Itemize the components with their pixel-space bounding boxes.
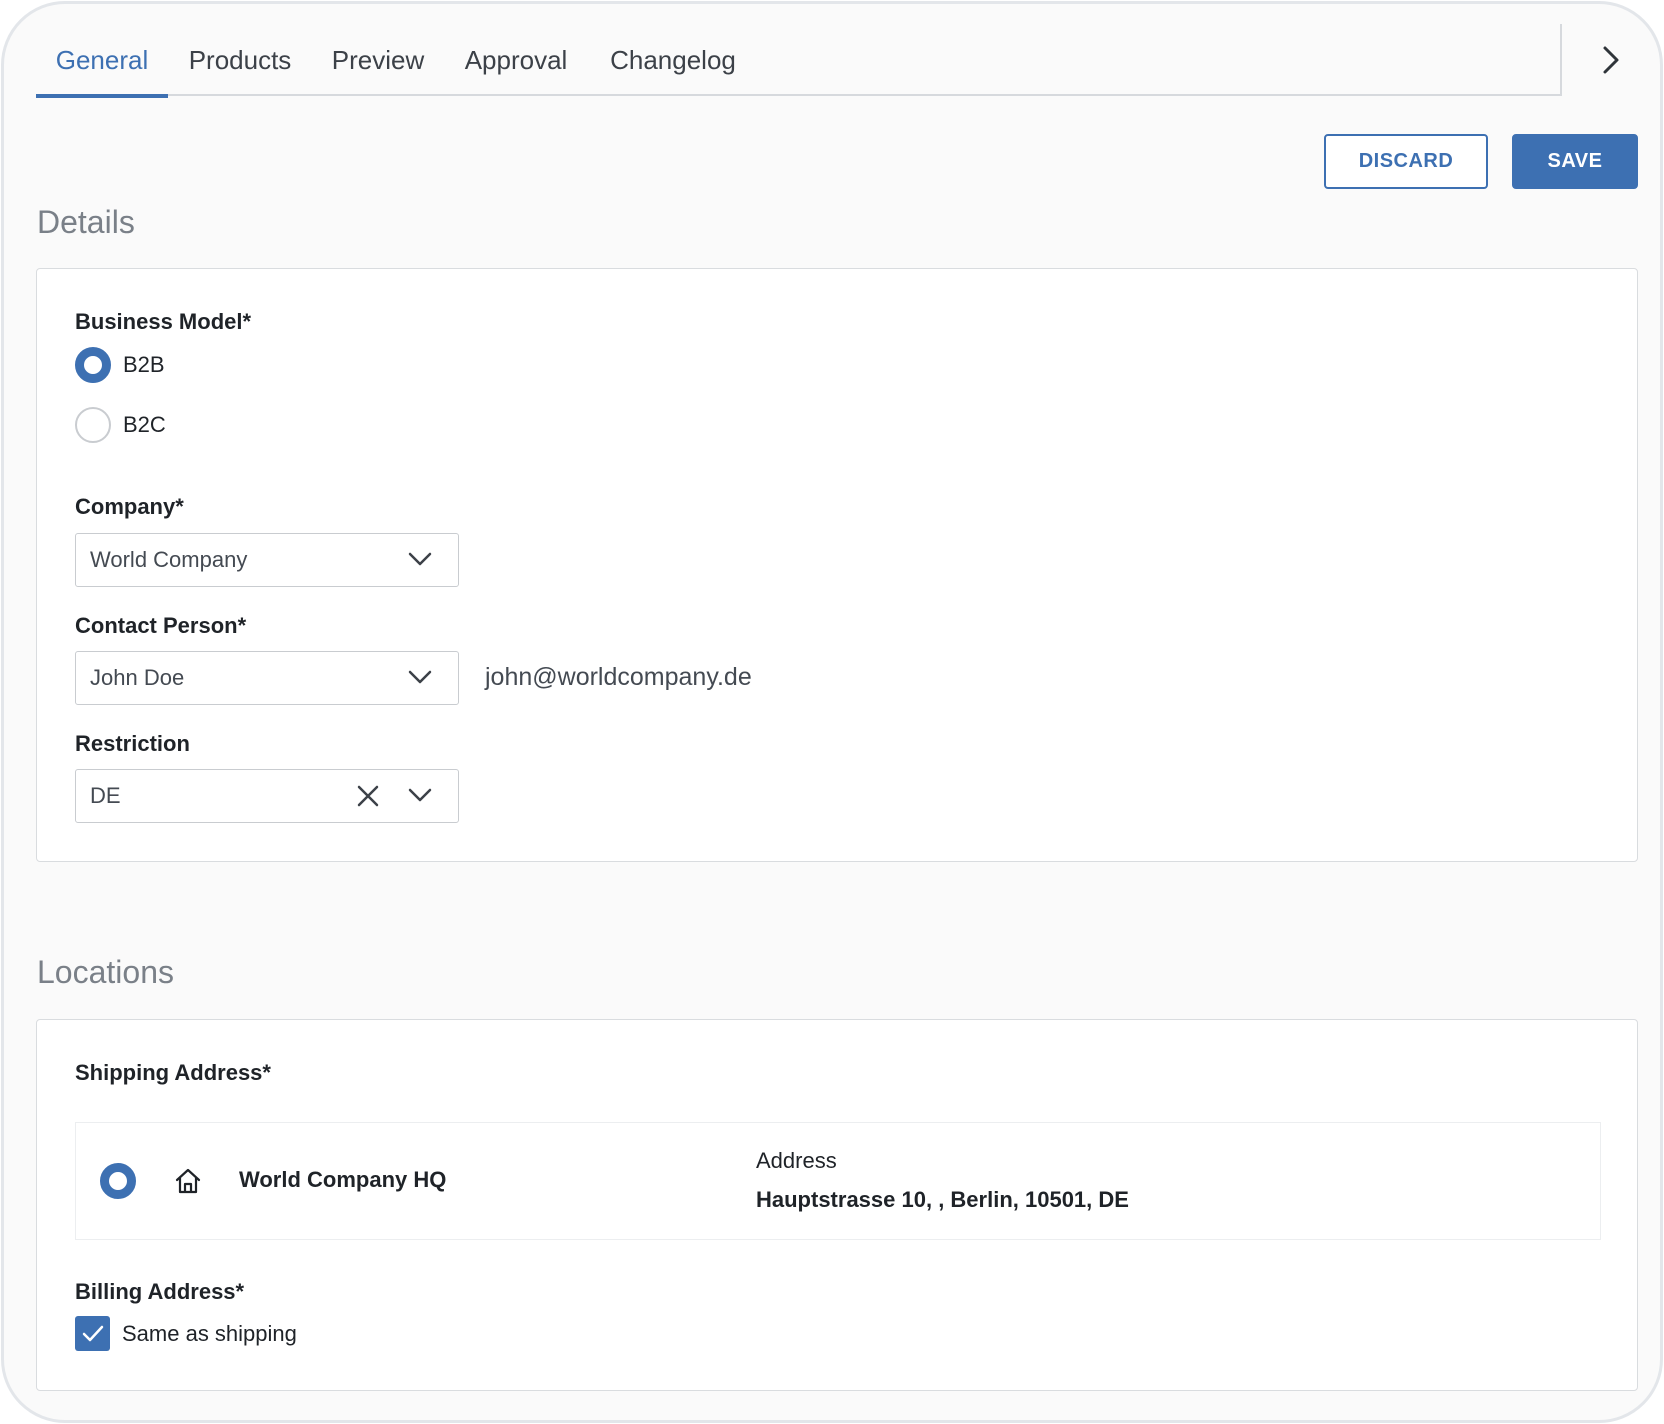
- tab-preview[interactable]: Preview: [328, 24, 428, 96]
- shipping-address-field-label: Address: [756, 1148, 837, 1173]
- business-model-label: Business Model*: [75, 309, 252, 334]
- contact-person-value: John Doe: [90, 665, 185, 690]
- tab-changelog[interactable]: Changelog: [608, 24, 738, 96]
- close-icon[interactable]: [356, 784, 380, 808]
- checkbox-checked[interactable]: [75, 1316, 110, 1351]
- shipping-address-label: Shipping Address*: [75, 1060, 271, 1085]
- radio-b2c[interactable]: B2C: [75, 407, 166, 443]
- app-window: General Products Preview Approval Change…: [1, 1, 1663, 1423]
- details-card: Business Model* B2B B2C Company* World C…: [36, 268, 1638, 862]
- contact-person-label: Contact Person*: [75, 613, 247, 638]
- details-section-title: Details: [37, 204, 135, 240]
- tab-bar: General Products Preview Approval Change…: [36, 24, 1560, 98]
- same-as-shipping-checkbox[interactable]: Same as shipping: [75, 1316, 297, 1351]
- tab-general[interactable]: General: [36, 24, 168, 98]
- restriction-label: Restriction: [75, 731, 190, 756]
- shipping-address-option[interactable]: World Company HQ Address Hauptstrasse 10…: [75, 1122, 1601, 1240]
- billing-address-label: Billing Address*: [75, 1279, 245, 1304]
- restriction-value: DE: [90, 783, 121, 808]
- shipping-location-name: World Company HQ: [239, 1167, 447, 1192]
- radio-b2b-label: B2B: [123, 352, 165, 377]
- tab-products[interactable]: Products: [182, 24, 298, 96]
- shipping-address-radio[interactable]: [100, 1163, 136, 1199]
- chevron-down-icon: [408, 788, 432, 802]
- company-select[interactable]: World Company: [75, 533, 459, 587]
- discard-button[interactable]: DISCARD: [1324, 134, 1488, 189]
- tab-scroll-next-button[interactable]: [1560, 24, 1660, 96]
- radio-b2b[interactable]: B2B: [75, 347, 165, 383]
- chevron-right-icon: [1603, 46, 1619, 74]
- restriction-select[interactable]: DE: [75, 769, 459, 823]
- same-as-shipping-label: Same as shipping: [122, 1320, 297, 1346]
- radio-b2c-label: B2C: [123, 412, 166, 437]
- radio-b2b-indicator[interactable]: [75, 347, 111, 383]
- contact-email: john@worldcompany.de: [485, 663, 752, 691]
- checkmark-icon: [82, 1325, 103, 1341]
- locations-card: Shipping Address* World Company HQ Addre…: [36, 1019, 1638, 1391]
- tab-approval[interactable]: Approval: [460, 24, 572, 96]
- company-label: Company*: [75, 494, 184, 519]
- chevron-down-icon: [408, 670, 432, 684]
- contact-person-select[interactable]: John Doe: [75, 651, 459, 705]
- shipping-address-value: Hauptstrasse 10, , Berlin, 10501, DE: [756, 1187, 1129, 1212]
- radio-b2c-indicator[interactable]: [75, 407, 111, 443]
- locations-section-title: Locations: [37, 954, 174, 990]
- company-value: World Company: [90, 547, 248, 572]
- save-button[interactable]: SAVE: [1512, 134, 1638, 189]
- home-icon: [175, 1168, 201, 1194]
- chevron-down-icon: [408, 552, 432, 566]
